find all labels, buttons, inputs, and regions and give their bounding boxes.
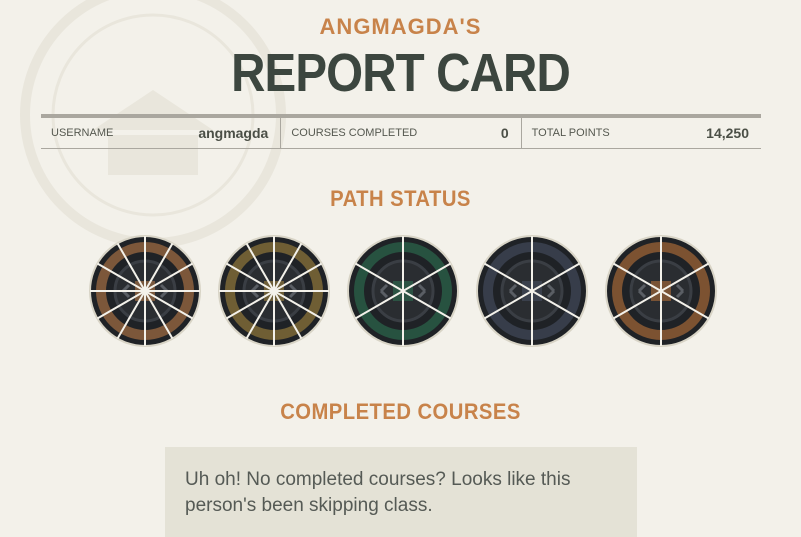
stat-label: TOTAL POINTS: [531, 127, 610, 139]
completed-courses-title: COMPLETED COURSES: [280, 399, 521, 424]
path-badge-3-icon[interactable]: [346, 234, 460, 348]
empty-courses-message: Uh oh! No completed courses? Looks like …: [185, 469, 571, 516]
path-badge-5-icon[interactable]: [604, 234, 718, 348]
report-card-header: ANGMAGDA'S REPORT CARD: [0, 14, 801, 102]
stat-value: 14,250: [706, 125, 749, 141]
path-badges: [0, 234, 801, 349]
stat-label: COURSES COMPLETED: [291, 127, 418, 139]
owner-name: ANGMAGDA'S: [319, 14, 482, 39]
stat-username: USERNAME angmagda: [41, 118, 280, 148]
stat-value: angmagda: [198, 125, 269, 141]
path-badge-1-icon[interactable]: [88, 234, 202, 348]
empty-courses-message-box: Uh oh! No completed courses? Looks like …: [165, 447, 637, 537]
stat-courses-completed: COURSES COMPLETED 0: [280, 118, 520, 148]
page-title: REPORT CARD: [231, 43, 571, 103]
stat-label: USERNAME: [51, 127, 114, 139]
path-badge-2-icon[interactable]: [217, 234, 331, 348]
path-badge-4-icon[interactable]: [475, 234, 589, 348]
stat-total-points: TOTAL POINTS 14,250: [520, 118, 761, 148]
stats-bar: USERNAME angmagda COURSES COMPLETED 0 TO…: [41, 114, 761, 149]
path-status-title: PATH STATUS: [330, 186, 471, 211]
stat-value: 0: [500, 125, 509, 141]
